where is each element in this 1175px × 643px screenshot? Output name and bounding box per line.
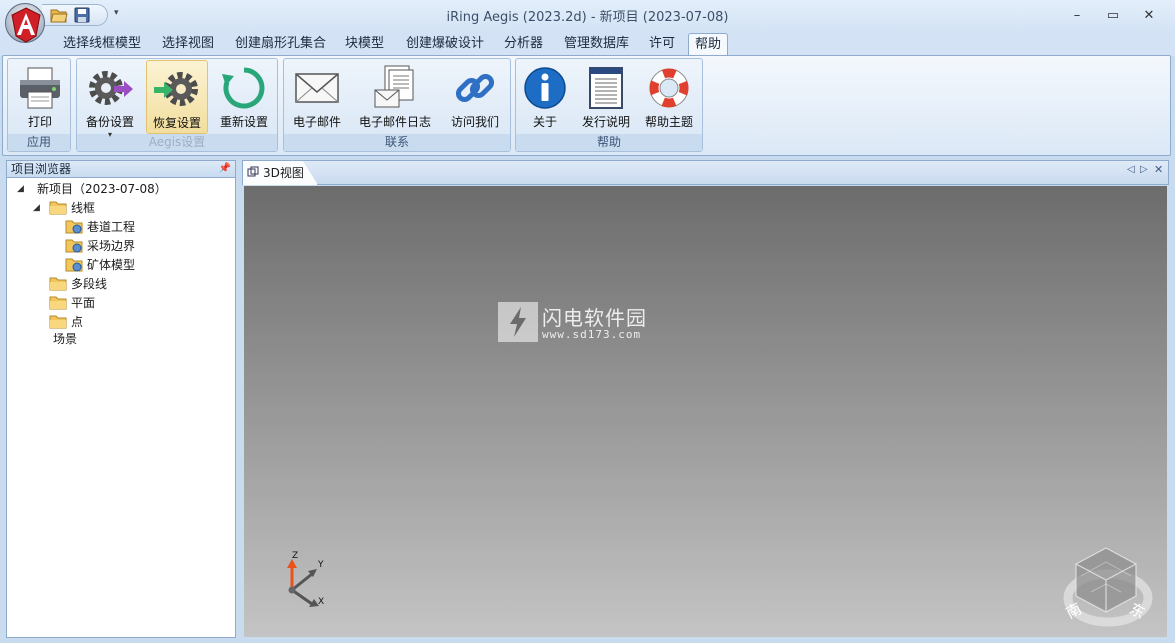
tree-node-stope-boundary[interactable]: 采场边界 xyxy=(65,237,225,256)
window-title: iRing Aegis (2023.2d) - 新项目 (2023-07-08) xyxy=(446,10,729,25)
tree-node-label: 多段线 xyxy=(71,277,108,291)
close-view-icon[interactable]: ✕ xyxy=(1154,163,1163,176)
tab-help[interactable]: 帮助 xyxy=(688,33,729,55)
tree-node-label: 巷道工程 xyxy=(87,220,136,234)
group-label: 联系 xyxy=(284,134,510,151)
email-log-icon xyxy=(374,65,414,108)
tree-node-label: 采场边界 xyxy=(87,239,136,253)
3d-viewport[interactable] xyxy=(244,186,1167,637)
visit-us-label: 访问我们 xyxy=(450,115,499,129)
envelope-icon xyxy=(295,73,339,103)
axis-y-label: Y xyxy=(318,560,324,570)
folder-icon xyxy=(49,201,67,215)
tree-node-wireframe[interactable]: ◢ 线框 xyxy=(31,199,211,218)
3d-view-icon xyxy=(247,166,259,177)
close-button[interactable]: ✕ xyxy=(1138,7,1160,25)
email-log-label: 电子邮件日志 xyxy=(358,115,431,129)
expanded-caret-icon[interactable]: ◢ xyxy=(33,199,40,218)
scroll-right-icon[interactable]: ▷ xyxy=(1140,164,1148,175)
info-icon xyxy=(524,67,566,109)
group-label: 应用 xyxy=(8,134,70,151)
axis-z-label: Z xyxy=(292,551,299,561)
dropdown-arrow-icon[interactable]: ▾ xyxy=(79,130,141,139)
folder-icon xyxy=(49,296,67,310)
project-browser-title: 项目浏览器 xyxy=(11,162,72,176)
print-label: 打印 xyxy=(27,115,52,129)
scroll-left-icon[interactable]: ◁ xyxy=(1127,164,1135,175)
wireframe-folder-icon xyxy=(65,258,83,272)
wireframe-folder-icon xyxy=(65,220,83,234)
printer-icon xyxy=(20,67,60,109)
document-tab-bar xyxy=(242,160,1169,185)
backup-gear-icon xyxy=(89,71,133,105)
folder-icon xyxy=(49,315,67,329)
aegis-logo-icon xyxy=(11,7,41,43)
view-cube[interactable]: 南 东 xyxy=(1060,540,1160,636)
tab-3d-view-label: 3D视图 xyxy=(263,166,304,180)
tree-node-label: 场景 xyxy=(53,332,78,346)
tree-node-polyline[interactable]: 多段线 xyxy=(49,275,209,294)
tab-license[interactable]: 许可 xyxy=(645,33,679,55)
tree-node-drift[interactable]: 巷道工程 xyxy=(65,218,225,237)
tree-node-project[interactable]: ◢ 新项目（2023-07-08） xyxy=(15,180,215,199)
visit-us-button[interactable]: 访问我们 xyxy=(444,60,506,134)
tree-node-label: 新项目（2023-07-08） xyxy=(37,182,167,196)
document-icon xyxy=(589,67,623,109)
tab-select-wireframe-model[interactable]: 选择线框模型 xyxy=(59,33,145,55)
tab-create-blast-design[interactable]: 创建爆破设计 xyxy=(402,33,488,55)
project-tree: ◢ 新项目（2023-07-08） ◢ 线框 巷道工程 采场边界 矿体模型 多段… xyxy=(6,178,236,638)
release-notes-label: 发行说明 xyxy=(581,115,630,129)
watermark-logo-icon xyxy=(498,302,538,342)
link-icon xyxy=(455,73,495,103)
tab-manage-database[interactable]: 管理数据库 xyxy=(560,33,633,55)
about-button[interactable]: 关于 xyxy=(518,60,572,134)
tree-node-label: 线框 xyxy=(71,201,96,215)
backup-settings-button[interactable]: 备份设置 ▾ xyxy=(79,60,141,139)
help-topics-button[interactable]: 帮助主题 xyxy=(640,60,698,134)
restore-settings-button[interactable]: 恢复设置 xyxy=(146,60,208,134)
lifebuoy-icon xyxy=(649,68,689,108)
reset-settings-button[interactable]: 重新设置 xyxy=(213,60,275,134)
pin-icon[interactable]: 📌 xyxy=(219,161,231,177)
help-topics-label: 帮助主题 xyxy=(644,115,693,129)
tree-node-scene[interactable]: 场景 xyxy=(51,330,211,349)
expanded-caret-icon[interactable]: ◢ xyxy=(17,180,24,199)
axis-x-label: X xyxy=(318,597,325,607)
project-browser-header: 项目浏览器 📌 xyxy=(6,160,236,178)
wireframe-folder-icon xyxy=(65,239,83,253)
email-label: 电子邮件 xyxy=(292,115,341,129)
tree-node-orebody-model[interactable]: 矿体模型 xyxy=(65,256,225,275)
tree-node-label: 矿体模型 xyxy=(87,258,136,272)
folder-icon xyxy=(49,277,67,291)
tab-create-fan-set[interactable]: 创建扇形孔集合 xyxy=(231,33,330,55)
restore-settings-label: 恢复设置 xyxy=(152,116,201,130)
email-log-button[interactable]: 电子邮件日志 xyxy=(352,60,438,134)
print-button[interactable]: 打印 xyxy=(11,60,69,134)
watermark-url: www.sd173.com xyxy=(542,328,642,341)
tab-block-model[interactable]: 块模型 xyxy=(341,33,388,55)
email-button[interactable]: 电子邮件 xyxy=(287,60,347,134)
tree-node-plane[interactable]: 平面 xyxy=(49,294,209,313)
application-menu-button[interactable] xyxy=(5,3,45,43)
reset-settings-label: 重新设置 xyxy=(219,115,268,129)
minimize-button[interactable]: – xyxy=(1066,7,1088,25)
reset-icon xyxy=(222,67,265,109)
watermark-title: 闪电软件园 xyxy=(542,306,647,330)
tree-node-label: 平面 xyxy=(71,296,96,310)
group-label: 帮助 xyxy=(516,134,702,151)
backup-settings-label: 备份设置 xyxy=(85,115,134,129)
maximize-button[interactable]: ▭ xyxy=(1102,7,1124,25)
release-notes-button[interactable]: 发行说明 xyxy=(576,60,636,134)
about-label: 关于 xyxy=(532,115,557,129)
restore-gear-icon xyxy=(154,72,198,106)
tab-select-view[interactable]: 选择视图 xyxy=(158,33,218,55)
tab-analyzer[interactable]: 分析器 xyxy=(500,33,547,55)
